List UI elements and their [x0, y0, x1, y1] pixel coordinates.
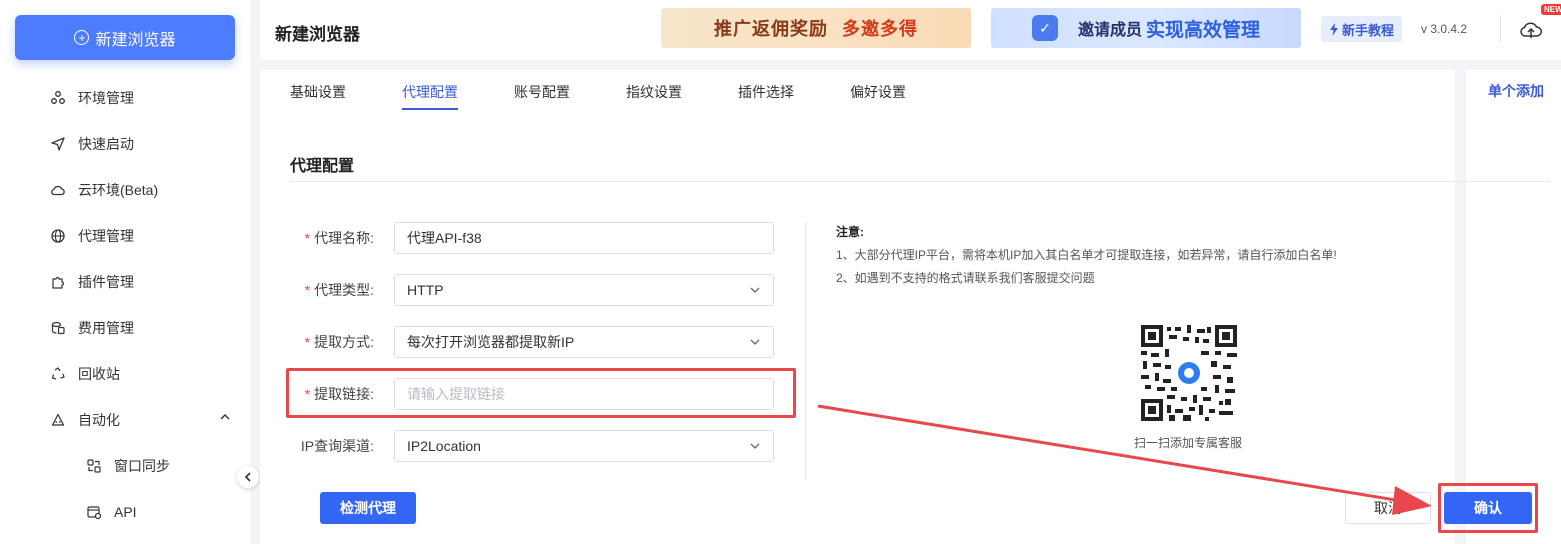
chevron-down-icon	[750, 339, 760, 345]
tab-bar: 基础设置 代理配置 账号配置 指纹设置 插件选择 偏好设置	[290, 82, 906, 110]
sidebar-item-label: 云环境(Beta)	[78, 182, 159, 198]
new-browser-button[interactable]: + 新建浏览器	[15, 15, 235, 60]
section-divider	[290, 181, 1550, 182]
lightning-icon	[1330, 22, 1338, 36]
sidebar-item-window-sync[interactable]: 窗口同步	[86, 454, 170, 478]
sidebar-item-label: 快速启动	[78, 136, 134, 152]
extract-link-row: * 提取链接: 请输入提取链接	[290, 378, 774, 410]
top-bar: 新建浏览器 推广返佣奖励 多邀多得 ✓ 邀请成员 实现高效管理 新手教程 v 3…	[260, 0, 1561, 60]
tab-preferences[interactable]: 偏好设置	[850, 82, 906, 110]
banner-highlight: 多邀多得	[842, 19, 918, 39]
ip-channel-select[interactable]: IP2Location	[394, 430, 774, 462]
sidebar-item-billing[interactable]: 费用管理	[50, 316, 134, 340]
sidebar-item-proxy[interactable]: 代理管理	[50, 224, 134, 248]
cloud-upload-button[interactable]	[1516, 14, 1546, 44]
ip-channel-row: IP查询渠道: IP2Location	[290, 430, 774, 462]
form-divider	[805, 222, 806, 480]
notice-line: 1、大部分代理IP平台，需将本机IP加入其白名单才可提取连接，如若异常，请自行添…	[836, 248, 1337, 262]
sidebar-item-label: 插件管理	[78, 274, 134, 290]
sidebar-item-env[interactable]: 环境管理	[50, 86, 134, 110]
extract-method-label: * 提取方式:	[304, 334, 374, 350]
cloud-icon	[51, 185, 65, 196]
qr-code	[1141, 325, 1237, 421]
recycle-icon	[51, 367, 65, 380]
notice-line: 2、如遇到不支持的格式请联系我们客服提交问题	[836, 271, 1095, 285]
proxy-type-select[interactable]: HTTP	[394, 274, 774, 306]
sidebar-item-label: 回收站	[78, 366, 120, 382]
new-browser-label: 新建浏览器	[95, 31, 176, 49]
chevron-up-icon[interactable]	[220, 410, 230, 424]
tutorial-button[interactable]: 新手教程	[1321, 16, 1403, 42]
sidebar-item-recycle[interactable]: 回收站	[50, 362, 120, 386]
notice-title: 注意:	[836, 225, 864, 239]
tab-basic-settings[interactable]: 基础设置	[290, 82, 346, 110]
chevron-down-icon	[750, 287, 760, 293]
qr-caption: 扫一扫添加专属客服	[1134, 436, 1243, 450]
extract-link-input[interactable]: 请输入提取链接	[394, 378, 774, 410]
check-proxy-button[interactable]: 检测代理	[320, 492, 416, 524]
chevron-left-icon	[244, 472, 251, 482]
api-icon	[87, 506, 102, 520]
tab-plugin-select[interactable]: 插件选择	[738, 82, 794, 110]
main-panel: 基础设置 代理配置 账号配置 指纹设置 插件选择 偏好设置 代理配置	[260, 70, 1455, 544]
banner-text: 邀请成员	[1077, 22, 1142, 39]
window-sync-icon	[87, 459, 101, 473]
sidebar-item-quick-start[interactable]: 快速启动	[50, 132, 134, 156]
plus-circle-icon: +	[74, 30, 90, 45]
tutorial-label: 新手教程	[1342, 22, 1395, 38]
confirm-button[interactable]: 确认	[1444, 492, 1532, 524]
proxy-name-label: * 代理名称:	[304, 230, 374, 246]
invite-banner[interactable]: ✓ 邀请成员 实现高效管理	[991, 8, 1301, 48]
collapse-sidebar-button[interactable]	[237, 466, 259, 488]
proxy-type-row: * 代理类型: HTTP	[290, 274, 774, 306]
page-title: 新建浏览器	[275, 25, 360, 44]
sidebar-item-plugins[interactable]: 插件管理	[50, 270, 134, 294]
proxy-name-row: * 代理名称: 代理API-f38	[290, 222, 774, 254]
sidebar-item-label: 自动化	[78, 412, 120, 428]
banner-text: 推广返佣奖励	[714, 19, 828, 39]
cluster-icon	[51, 91, 65, 104]
extract-link-label: * 提取链接:	[304, 386, 374, 402]
tab-account-config[interactable]: 账号配置	[514, 82, 570, 110]
sidebar-item-label: 费用管理	[78, 320, 134, 336]
extract-method-select[interactable]: 每次打开浏览器都提取新IP	[394, 326, 774, 358]
chevron-down-icon	[750, 443, 760, 449]
extract-method-row: * 提取方式: 每次打开浏览器都提取新IP	[290, 326, 774, 358]
version-label: v 3.0.4.2	[1421, 22, 1468, 36]
robot-icon	[51, 413, 65, 426]
proxy-name-input[interactable]: 代理API-f38	[394, 222, 774, 254]
send-icon	[51, 137, 65, 151]
sidebar-item-automation[interactable]: 自动化	[50, 408, 120, 432]
section-title: 代理配置	[290, 158, 355, 175]
sidebar-item-label: API	[114, 504, 137, 520]
tab-proxy-config[interactable]: 代理配置	[402, 82, 458, 110]
single-add-link[interactable]: 单个添加	[1488, 81, 1544, 101]
cancel-button[interactable]: 取消	[1345, 492, 1431, 524]
sidebar-item-label: 环境管理	[78, 90, 134, 106]
new-badge: NEW	[1541, 4, 1561, 15]
ip-channel-label: IP查询渠道:	[300, 438, 374, 454]
sidebar-item-cloud-env[interactable]: 云环境(Beta)	[50, 178, 158, 202]
divider	[1500, 15, 1501, 43]
tab-fingerprint-settings[interactable]: 指纹设置	[626, 82, 682, 110]
sidebar-item-label: 代理管理	[78, 228, 134, 244]
banner-highlight: 实现高效管理	[1146, 19, 1261, 41]
coins-icon	[51, 321, 65, 335]
sidebar-item-label: 窗口同步	[114, 458, 170, 474]
right-panel: 单个添加	[1466, 70, 1561, 544]
referral-banner[interactable]: 推广返佣奖励 多邀多得	[661, 8, 971, 48]
proxy-type-label: * 代理类型:	[304, 282, 374, 298]
sidebar-item-api[interactable]: API	[86, 500, 137, 524]
sidebar: + 新建浏览器 环境管理 快速启动 云环境(Beta) 代理管理 插件管理 费用…	[0, 0, 259, 544]
globe-icon	[51, 229, 65, 243]
puzzle-icon	[52, 276, 65, 289]
shield-check-icon: ✓	[1031, 15, 1058, 41]
cloud-upload-icon	[1520, 22, 1542, 38]
